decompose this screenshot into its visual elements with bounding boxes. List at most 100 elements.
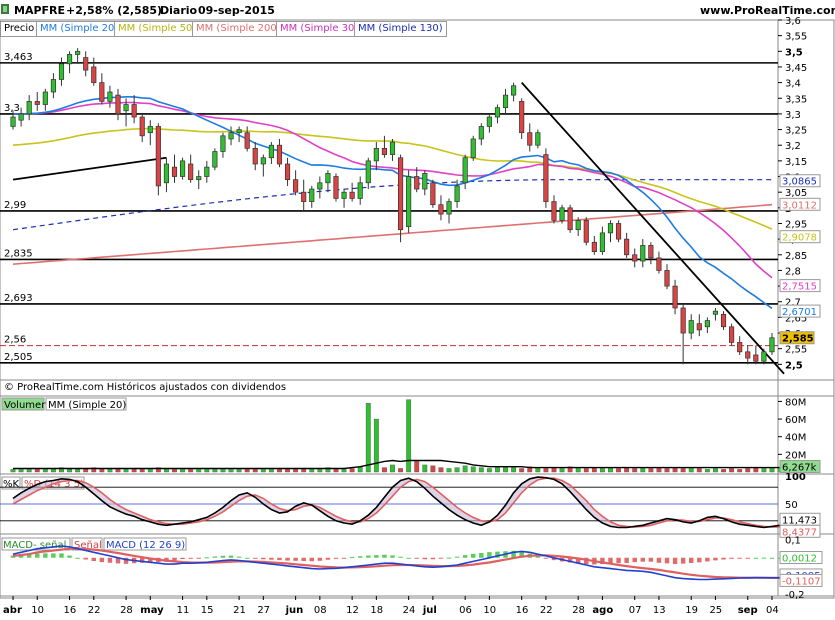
candle-down [720, 313, 727, 328]
candle-up [535, 132, 541, 146]
volume-bar [398, 468, 403, 473]
x-tick-label: 06 [459, 605, 472, 616]
macd-histogram-bar [616, 557, 621, 564]
candle-up [236, 129, 242, 134]
price-tick-label: 3,15 [785, 157, 807, 168]
last-value-label: 2,7515 [782, 282, 817, 293]
candle-up [494, 107, 501, 118]
candle-down [284, 163, 291, 181]
last-value-label: 2,9078 [782, 233, 817, 244]
macd-histogram-bar [462, 555, 468, 558]
candle-down [301, 191, 307, 202]
macd-histogram-bar [67, 555, 72, 558]
volume-bar [26, 469, 32, 473]
candle-up [559, 207, 565, 221]
copyright-note: © ProRealTime.com Históricos ajustados c… [4, 382, 287, 393]
last-value-label: 2,585 [782, 334, 814, 345]
volume-title: Volumen [4, 400, 48, 411]
price-tick-label: 3,3 [785, 110, 801, 121]
volume-bar [204, 469, 210, 473]
candle-down [696, 323, 702, 331]
support-level-label: 2,693 [4, 293, 33, 304]
volume-bar [317, 469, 323, 473]
stoch-tick-label: 50 [785, 500, 798, 511]
candle-down [188, 163, 194, 181]
x-tick-label: 07 [629, 605, 642, 616]
price-tick-label: 3,35 [785, 94, 807, 105]
macd-histogram-bar [471, 553, 476, 558]
macd-histogram-bar [51, 553, 56, 558]
macd-histogram-bar [253, 557, 258, 559]
last-value-label: 3,0865 [782, 177, 817, 188]
x-tick-label: 10 [31, 605, 44, 616]
price-tick-label: 3,6 [785, 16, 801, 27]
price-tick-label: 3,4 [785, 79, 801, 90]
macd-histogram-bar [228, 555, 234, 558]
price-tick-label: 2,5 [785, 360, 803, 371]
macd-histogram-bar [301, 557, 306, 562]
price-tick-label: 3,2 [785, 141, 801, 152]
x-tick-label: jul [422, 605, 437, 616]
volume-bar [438, 467, 444, 473]
candle-up [373, 147, 379, 162]
candle-down [155, 126, 161, 187]
volume-bar [729, 468, 735, 473]
price-tick-label: 2,85 [785, 251, 807, 262]
chart-canvas[interactable]: 3,63,553,53,453,43,353,33,253,23,153,13,… [0, 0, 835, 620]
trend-line-up [12, 156, 167, 181]
x-tick-label: 25 [709, 605, 722, 616]
candle-up [147, 126, 153, 134]
candle-down [624, 238, 630, 256]
macd-histogram-bar [479, 552, 484, 558]
volume-bar [188, 469, 194, 473]
candle-up [107, 91, 113, 102]
price-tick-label: 3,55 [785, 32, 807, 43]
volume-bar [341, 469, 347, 473]
candle-down [583, 219, 589, 243]
volume-bar [454, 467, 460, 473]
macd-histogram-bar [349, 557, 355, 559]
macd-histogram-bar [333, 557, 339, 559]
volume-bar [721, 469, 726, 473]
candle-up [163, 163, 170, 184]
candle-down [83, 57, 89, 71]
macd-histogram-bar [309, 557, 314, 562]
candle-up [123, 104, 129, 112]
candle-down [131, 104, 137, 118]
candle-up [640, 245, 646, 262]
candle-down [349, 191, 355, 199]
last-value-label: 2,6701 [782, 307, 817, 318]
volume-bar [462, 465, 468, 473]
macd-histogram-bar [430, 557, 436, 560]
macd-histogram-bar [180, 557, 185, 560]
volume-bar [478, 467, 484, 473]
candle-up [228, 132, 234, 140]
macd-histogram-bar [761, 557, 767, 559]
candle-down [656, 257, 662, 271]
volume-bar [713, 468, 718, 473]
candle-up [220, 135, 226, 152]
candle-up [478, 126, 484, 140]
volume-bar [42, 469, 48, 473]
volume-bar [268, 469, 274, 473]
macd-histogram-bar [188, 557, 193, 559]
support-level-label: 2,505 [4, 352, 33, 363]
candle-down [615, 223, 622, 240]
volume-bar [599, 468, 605, 473]
x-tick-label: 21 [233, 605, 246, 616]
macd-histogram-bar [705, 557, 710, 562]
volume-bar [236, 469, 242, 473]
candle-up [325, 173, 331, 184]
candle-up [50, 79, 56, 93]
mm20-line [12, 95, 773, 310]
volume-bar [10, 469, 16, 473]
candle-up [607, 223, 614, 234]
candle-down [414, 176, 420, 190]
volume-bar [704, 469, 710, 473]
macd-histogram-bar [35, 553, 40, 558]
macd-histogram-bar [341, 557, 347, 559]
x-tick-label: 08 [314, 605, 327, 616]
x-tick-label: 28 [120, 605, 133, 616]
candle-down [430, 182, 436, 206]
macd-histogram-bar [59, 553, 64, 558]
